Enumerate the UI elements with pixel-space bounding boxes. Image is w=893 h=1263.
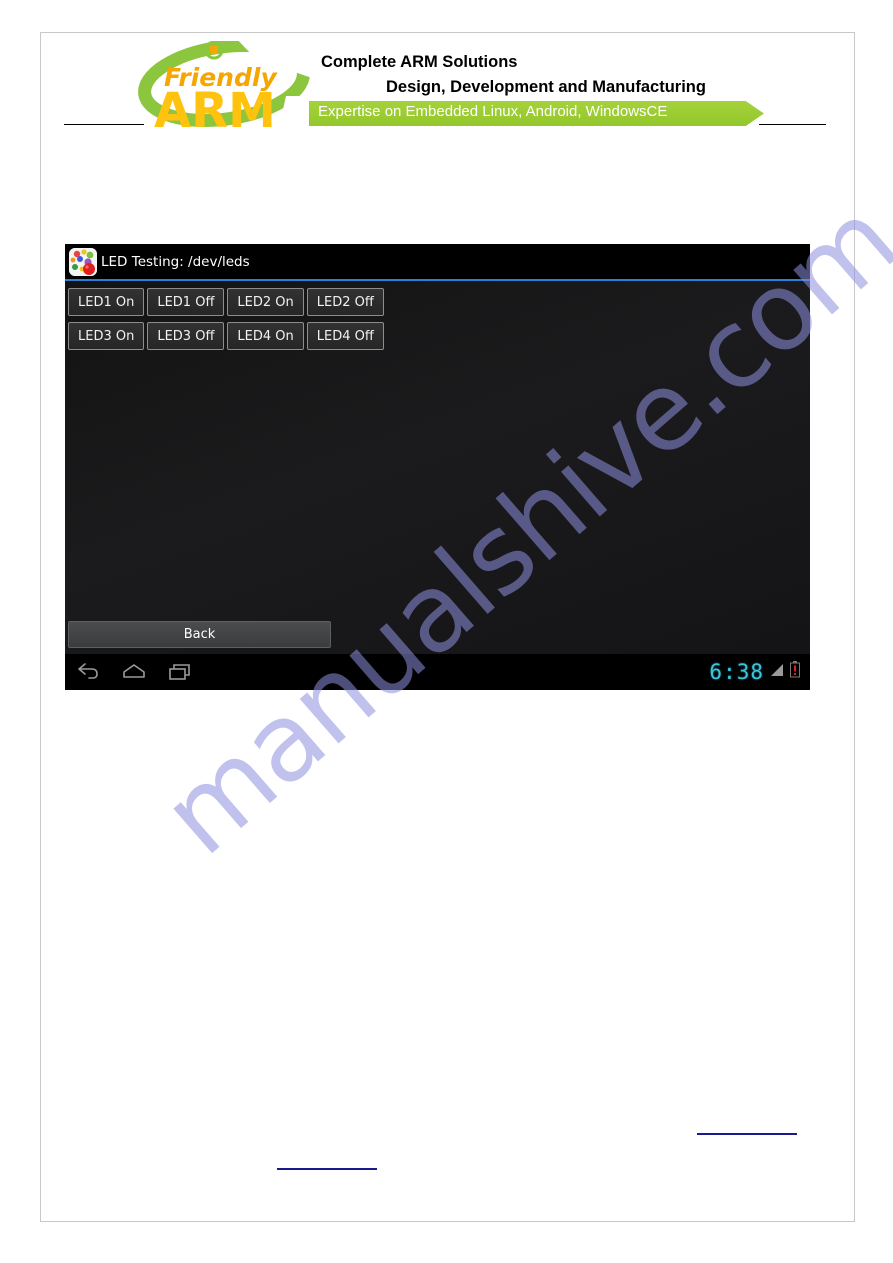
led3-off-button[interactable]: LED3 Off — [147, 322, 225, 350]
header-rule-left — [64, 124, 144, 125]
led1-off-button[interactable]: LED1 Off — [147, 288, 225, 316]
led2-on-button[interactable]: LED2 On — [227, 288, 304, 316]
led4-on-button[interactable]: LED4 On — [227, 322, 304, 350]
app-content-area: LED1 On LED1 Off LED2 On LED2 Off LED3 O… — [65, 281, 810, 654]
svg-text:ARM: ARM — [154, 83, 276, 131]
expertise-banner: Expertise on Embedded Linux, Android, Wi… — [309, 101, 764, 126]
led1-on-button[interactable]: LED1 On — [68, 288, 145, 316]
link-left[interactable] — [277, 1168, 377, 1170]
app-titlebar: LED Testing: /dev/leds — [65, 244, 810, 279]
back-arrow-icon[interactable] — [65, 654, 111, 690]
app-title: LED Testing: /dev/leds — [101, 253, 250, 270]
led-button-row-2: LED3 On LED3 Off LED4 On LED4 Off — [68, 322, 384, 350]
header-rule-right — [759, 124, 826, 125]
android-screenshot: LED Testing: /dev/leds LED1 On LED1 Off … — [65, 244, 810, 690]
tagline-line-1: Complete ARM Solutions — [321, 53, 518, 71]
led-button-row-1: LED1 On LED1 Off LED2 On LED2 Off — [68, 288, 384, 316]
colorful-balls-app-icon — [69, 247, 97, 276]
status-bar-right: 6:38 — [709, 660, 800, 684]
friendlyarm-logo: Friendly ARM — [136, 41, 311, 131]
led3-on-button[interactable]: LED3 On — [68, 322, 145, 350]
home-icon[interactable] — [111, 654, 157, 690]
back-button[interactable]: Back — [68, 621, 331, 648]
tagline-line-2: Design, Development and Manufacturing — [386, 78, 706, 96]
led2-off-button[interactable]: LED2 Off — [306, 288, 384, 316]
led4-off-button[interactable]: LED4 Off — [306, 322, 384, 350]
document-header: Friendly ARM Complete ARM Solutions Desi… — [41, 33, 854, 138]
android-navigation-bar: 6:38 — [65, 654, 810, 690]
expertise-banner-label: Expertise on Embedded Linux, Android, Wi… — [318, 103, 668, 120]
battery-alert-icon — [790, 661, 800, 683]
status-clock: 6:38 — [709, 660, 764, 684]
signal-icon — [769, 662, 785, 683]
recents-icon[interactable] — [157, 654, 203, 690]
link-right[interactable] — [697, 1133, 797, 1135]
